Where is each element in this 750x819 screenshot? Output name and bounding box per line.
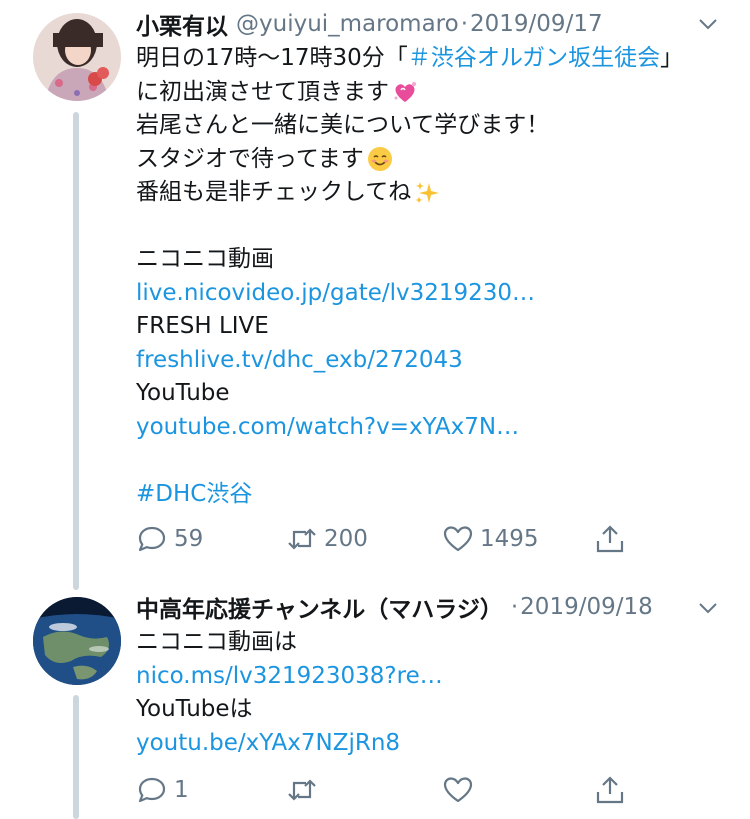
hashtag-link[interactable]: #DHC渋谷 — [136, 478, 252, 512]
chevron-down-icon[interactable] — [696, 596, 720, 620]
display-name[interactable]: 中高年応援チャンネル（マハラジ） — [136, 590, 503, 624]
sparkling-heart-emoji — [394, 82, 416, 103]
text-line: スタジオで待ってます — [136, 145, 364, 172]
text-line: YouTube — [136, 380, 230, 406]
reply-count: 59 — [174, 526, 204, 552]
text-line: ニコニコ動画は — [136, 629, 297, 655]
hashtag-link[interactable]: ＃渋谷オルガン坂生徒会 — [408, 42, 660, 76]
tweet-date[interactable]: 2019/09/18 — [520, 594, 653, 620]
niconico-link[interactable]: nico.ms/lv321923038?re… — [136, 660, 443, 694]
heart-icon — [443, 777, 473, 803]
username[interactable]: @yuiyui_maromaro — [236, 11, 459, 37]
retweet-count: 200 — [324, 526, 368, 552]
reply-icon — [138, 777, 166, 803]
reply-button[interactable]: 1 — [136, 770, 189, 810]
display-name[interactable]: 小栗有以 — [136, 7, 228, 41]
text-line: 明日の17時〜17時30分「 — [136, 45, 408, 71]
retweet-icon — [288, 528, 316, 550]
separator-dot: · — [510, 594, 519, 620]
tweet-actions: 59 200 1495 — [136, 519, 636, 559]
text-line: 岩尾さんと一緒に美について学びます！ — [136, 112, 550, 138]
share-icon — [596, 776, 624, 804]
like-button[interactable]: 1495 — [442, 519, 539, 559]
text-line: に初出演させて頂きます — [136, 78, 389, 105]
reply-count: 1 — [174, 777, 189, 803]
avatar[interactable] — [33, 13, 121, 101]
tweet-text: ニコニコ動画は nico.ms/lv321923038?re… YouTubeは… — [136, 626, 443, 760]
share-button[interactable] — [594, 519, 626, 559]
freshlive-link[interactable]: freshlive.tv/dhc_exb/272043 — [136, 344, 463, 378]
smiling-face-emoji — [367, 147, 392, 172]
text-line: 」 — [660, 45, 684, 71]
tweet-actions: 1 — [136, 770, 636, 810]
thread-line-1 — [73, 112, 79, 590]
retweet-button[interactable] — [286, 770, 324, 810]
tweet-text: 明日の17時〜17時30分「 ＃渋谷オルガン坂生徒会 」 に初出演させて頂きます… — [136, 42, 683, 511]
thread-line-2 — [73, 695, 79, 819]
user-photo — [33, 13, 121, 101]
retweet-icon — [288, 779, 316, 801]
earth-photo — [33, 597, 121, 685]
reply-button[interactable]: 59 — [136, 519, 203, 559]
text-line: FRESH LIVE — [136, 313, 269, 339]
niconico-link[interactable]: live.nicovideo.jp/gate/lv3219230… — [136, 277, 535, 311]
share-button[interactable] — [594, 770, 626, 810]
youtube-link[interactable]: youtube.com/watch?v=xYAx7N… — [136, 411, 519, 445]
avatar[interactable] — [33, 597, 121, 685]
tweet-header: 小栗有以 @yuiyui_maromaro · 2019/09/17 — [136, 4, 603, 44]
chevron-down-icon[interactable] — [696, 12, 720, 36]
heart-icon — [443, 526, 473, 552]
tweet-date[interactable]: 2019/09/17 — [470, 11, 603, 37]
sparkles-emoji — [416, 181, 440, 203]
separator-dot: · — [460, 11, 469, 37]
youtube-link[interactable]: youtu.be/xYAx7NZjRn8 — [136, 727, 400, 761]
retweet-button[interactable]: 200 — [286, 519, 368, 559]
text-line: ニコニコ動画 — [136, 246, 274, 272]
tweet-header: 中高年応援チャンネル（マハラジ） · 2019/09/18 — [136, 587, 653, 627]
text-line: YouTubeは — [136, 696, 253, 722]
reply-icon — [138, 526, 166, 552]
share-icon — [596, 525, 624, 553]
text-line: 番組も是非チェックしてね — [136, 179, 412, 205]
like-count: 1495 — [480, 526, 539, 552]
like-button[interactable] — [442, 770, 480, 810]
